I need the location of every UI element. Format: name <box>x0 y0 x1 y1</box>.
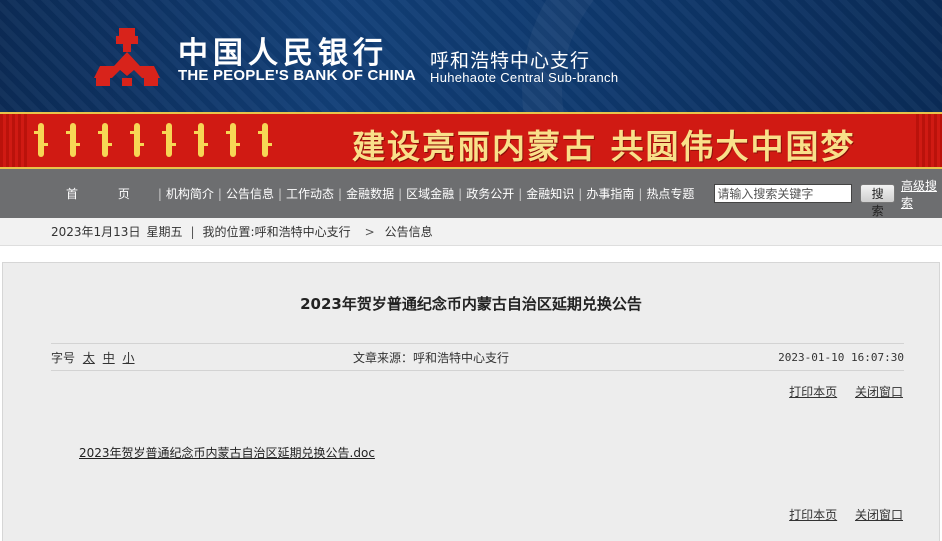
article-datetime: 2023-01-10 16:07:30 <box>778 350 904 364</box>
search-button[interactable]: 搜索 <box>860 184 895 218</box>
font-size-large-link[interactable]: 太 <box>83 351 95 365</box>
font-size-small-link[interactable]: 小 <box>123 351 135 365</box>
breadcrumb: 2023年1月13日 星期五 | 我的位置: 呼和浩特中心支行 > 公告信息 <box>0 218 942 246</box>
mongolian-script-graphic <box>34 120 338 160</box>
mongolian-glyph <box>130 123 144 157</box>
nav-item-hot-topics[interactable]: 热点专题 <box>642 185 698 202</box>
article-tools-bottom: 打印本页 关闭窗口 <box>775 506 903 523</box>
mongolian-glyph <box>226 123 240 157</box>
nav-item-regional-finance[interactable]: 区域金融 <box>402 185 458 202</box>
pboc-logo-icon <box>94 28 160 86</box>
breadcrumb-arrow-icon: > <box>364 224 375 239</box>
nav-item-announcements[interactable]: 公告信息 <box>222 185 278 202</box>
banner-pattern-right <box>916 114 942 167</box>
main-nav: 首 页 | 机构简介 | 公告信息 | 工作动态 | 金融数据 | 区域金融 |… <box>0 169 942 218</box>
mongolian-glyph <box>258 123 272 157</box>
banner-slogan: 建设亮丽内蒙古 共圆伟大中国梦 <box>352 127 856 166</box>
article-meta-bar: 字号 太 中 小 文章来源：呼和浩特中心支行 2023-01-10 16:07:… <box>51 343 904 371</box>
article-tools-top: 打印本页 关闭窗口 <box>775 383 903 400</box>
slogan-banner: 建设亮丽内蒙古 共圆伟大中国梦 <box>0 112 942 169</box>
font-size-control: 字号 太 中 小 <box>51 349 271 366</box>
mongolian-glyph <box>34 123 48 157</box>
nav-item-about[interactable]: 机构简介 <box>162 185 218 202</box>
banner-pattern-left <box>0 114 30 167</box>
nav-item-news[interactable]: 工作动态 <box>282 185 338 202</box>
mongolian-glyph <box>162 123 176 157</box>
article-title: 2023年贺岁普通纪念币内蒙古自治区延期兑换公告 <box>300 295 642 313</box>
close-window-link[interactable]: 关闭窗口 <box>855 385 903 399</box>
font-size-medium-link[interactable]: 中 <box>103 351 115 365</box>
bank-name-cn: 中国人民银行 <box>178 36 388 71</box>
print-page-link[interactable]: 打印本页 <box>789 508 837 522</box>
branch-name-cn: 呼和浩特中心支行 <box>430 50 591 72</box>
nav-item-financial-knowledge[interactable]: 金融知识 <box>522 185 578 202</box>
nav-item-home[interactable]: 首 页 <box>62 185 158 202</box>
nav-item-financial-data[interactable]: 金融数据 <box>342 185 398 202</box>
nav-item-government-affairs[interactable]: 政务公开 <box>462 185 518 202</box>
current-weekday: 星期五 <box>146 225 183 239</box>
breadcrumb-divider: | <box>190 224 195 239</box>
current-date: 2023年1月13日 <box>51 225 141 239</box>
mongolian-glyph <box>194 123 208 157</box>
nav-list: 首 页 | 机构简介 | 公告信息 | 工作动态 | 金融数据 | 区域金融 |… <box>62 185 698 202</box>
article-panel: 2023年贺岁普通纪念币内蒙古自治区延期兑换公告 字号 太 中 小 文章来源：呼… <box>2 262 940 541</box>
article-source: 文章来源：呼和浩特中心支行 <box>353 350 510 365</box>
nav-item-service-guide[interactable]: 办事指南 <box>582 185 638 202</box>
attachment-link[interactable]: 2023年贺岁普通纪念币内蒙古自治区延期兑换公告.doc <box>79 444 375 461</box>
font-size-label: 字号 <box>51 350 76 365</box>
site-header: 中国人民银行 THE PEOPLE'S BANK OF CHINA 呼和浩特中心… <box>0 0 942 112</box>
breadcrumb-current-link[interactable]: 公告信息 <box>385 223 433 240</box>
search-input[interactable] <box>714 184 853 203</box>
breadcrumb-root-link[interactable]: 呼和浩特中心支行 <box>255 223 351 240</box>
bank-name-en: THE PEOPLE'S BANK OF CHINA <box>178 67 416 84</box>
close-window-link[interactable]: 关闭窗口 <box>855 508 903 522</box>
print-page-link[interactable]: 打印本页 <box>789 385 837 399</box>
branch-name-en: Huhehaote Central Sub-branch <box>430 70 619 85</box>
mongolian-glyph <box>98 123 112 157</box>
advanced-search-link[interactable]: 高级搜索 <box>901 177 942 211</box>
location-label: 我的位置: <box>202 225 255 239</box>
mongolian-glyph <box>66 123 80 157</box>
